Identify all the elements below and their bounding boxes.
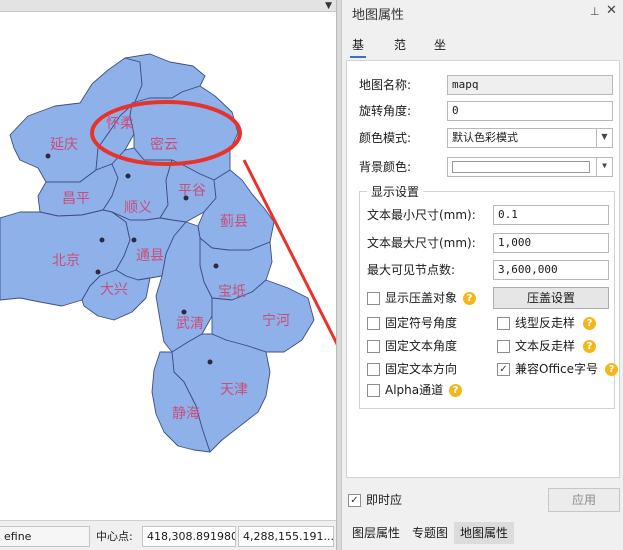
fixed-text-direction-label: 固定文本方向 bbox=[385, 362, 458, 376]
help-icon[interactable]: ? bbox=[583, 317, 596, 330]
tab-content: 地图名称: mapq 旋转角度: 0 颜色模式: 默认色彩模式 ▼ 背景颜色: … bbox=[346, 60, 620, 478]
map-canvas[interactable]: 延庆 怀柔 密云 昌平 顺义 平谷 蓟县 北京 通县 大兴 宝坻 武清 宁河 天… bbox=[0, 12, 336, 520]
fixed-symbol-angle-label: 固定符号角度 bbox=[385, 316, 458, 330]
chevron-down-icon[interactable]: ▼ bbox=[596, 128, 612, 148]
min-text-size-label: 文本最小尺寸(mm): bbox=[367, 208, 476, 222]
map-point bbox=[95, 269, 101, 275]
display-settings-title: 显示设置 bbox=[367, 183, 424, 200]
help-icon[interactable]: ? bbox=[449, 384, 462, 397]
map-view[interactable]: ▼ 延庆 怀柔 密云 昌平 顺义 平谷 蓟县 北京 通县 大兴 宝坻 武清 宁河… bbox=[0, 0, 336, 520]
map-properties-panel: 地图属性 ⊥ ✕ 基本 范围 坐标系统 地图名称: mapq 旋转角度: 0 颜… bbox=[342, 0, 623, 550]
map-point bbox=[213, 263, 219, 269]
bottom-tabs: 图层属性 专题图 地图属性 bbox=[342, 518, 623, 550]
show-overlap-checkbox[interactable] bbox=[367, 292, 380, 305]
map-label: 密云 bbox=[150, 136, 178, 153]
map-label: 宝坻 bbox=[218, 284, 246, 300]
map-name-field: mapq bbox=[447, 75, 613, 95]
tab-extent[interactable]: 范围 bbox=[392, 34, 408, 74]
max-text-size-label: 文本最大尺寸(mm): bbox=[367, 236, 476, 250]
map-label: 延庆 bbox=[50, 137, 78, 153]
line-antialias-checkbox[interactable] bbox=[497, 317, 510, 330]
office-font-label: 兼容Office字号 bbox=[515, 362, 599, 376]
help-icon[interactable]: ? bbox=[583, 340, 596, 353]
text-antialias-checkbox[interactable] bbox=[497, 340, 510, 353]
pin-icon[interactable]: ⊥ bbox=[590, 5, 600, 18]
overlap-settings-button[interactable]: 压盖设置 bbox=[493, 287, 609, 309]
bg-color-picker[interactable]: ▼ bbox=[447, 157, 613, 177]
center-point-label: 中心点: bbox=[96, 530, 133, 543]
tab-map-properties[interactable]: 地图属性 bbox=[454, 522, 515, 544]
rotation-label: 旋转角度: bbox=[359, 104, 412, 118]
chevron-down-icon[interactable]: ▼ bbox=[596, 157, 612, 177]
tab-layer-properties[interactable]: 图层属性 bbox=[346, 522, 406, 544]
fixed-symbol-angle-checkbox[interactable] bbox=[367, 317, 380, 330]
max-text-size-input[interactable]: 1,000 bbox=[493, 233, 609, 253]
color-mode-label: 颜色模式: bbox=[359, 131, 412, 145]
map-label: 静海 bbox=[172, 406, 200, 422]
map-top-bar: ▼ bbox=[0, 0, 336, 12]
apply-button[interactable]: 应用 bbox=[548, 488, 620, 512]
map-point bbox=[125, 173, 131, 179]
help-icon[interactable]: ? bbox=[463, 292, 476, 305]
map-point bbox=[181, 309, 187, 315]
show-overlap-label: 显示压盖对象 bbox=[385, 291, 458, 305]
realtime-apply-checkbox[interactable]: ✓ bbox=[348, 494, 361, 507]
map-label: 大兴 bbox=[100, 282, 128, 298]
fixed-text-angle-label: 固定文本角度 bbox=[385, 339, 458, 353]
alpha-channel-checkbox[interactable] bbox=[367, 384, 380, 397]
tab-coordinate-system[interactable]: 坐标系统 bbox=[432, 34, 448, 118]
map-name-label: 地图名称: bbox=[359, 78, 412, 92]
tab-basic[interactable]: 基本 bbox=[350, 34, 367, 74]
map-point bbox=[131, 237, 137, 243]
map-label: 顺义 bbox=[124, 200, 152, 216]
map-label: 天津 bbox=[220, 382, 248, 398]
status-left-text: efine bbox=[0, 526, 90, 547]
map-point bbox=[207, 359, 213, 365]
max-nodes-label: 最大可见节点数: bbox=[367, 263, 456, 277]
status-bar: efine 中心点: 418,308.891980 4,288,155.191.… bbox=[0, 520, 336, 550]
panel-title: 地图属性 bbox=[352, 8, 405, 23]
help-icon[interactable]: ? bbox=[605, 363, 618, 376]
dropdown-arrow-icon[interactable]: ▼ bbox=[325, 1, 332, 11]
map-label: 怀柔 bbox=[106, 116, 134, 132]
close-icon[interactable]: ✕ bbox=[606, 3, 617, 18]
rotation-input[interactable]: 0 bbox=[447, 101, 613, 121]
map-label: 平谷 bbox=[178, 183, 206, 199]
office-font-checkbox[interactable]: ✓ bbox=[497, 363, 510, 376]
panel-title-bar: 地图属性 ⊥ ✕ bbox=[342, 0, 623, 26]
center-y-value: 4,288,155.191... bbox=[238, 526, 334, 547]
max-nodes-input[interactable]: 3,600,000 bbox=[493, 260, 609, 280]
bg-color-label: 背景颜色: bbox=[359, 160, 412, 174]
fixed-text-direction-checkbox[interactable] bbox=[367, 363, 380, 376]
color-mode-select[interactable]: 默认色彩模式 ▼ bbox=[447, 128, 613, 148]
map-label: 武清 bbox=[176, 316, 204, 332]
tab-thematic-map[interactable]: 专题图 bbox=[406, 522, 454, 544]
map-label: 昌平 bbox=[62, 191, 90, 207]
min-text-size-input[interactable]: 0.1 bbox=[493, 205, 609, 225]
map-label: 北京 bbox=[52, 253, 80, 269]
map-label: 宁河 bbox=[262, 312, 290, 329]
fixed-text-angle-checkbox[interactable] bbox=[367, 340, 380, 353]
color-swatch bbox=[452, 161, 590, 173]
text-antialias-label: 文本反走样 bbox=[515, 339, 576, 353]
map-point bbox=[45, 153, 51, 159]
line-antialias-label: 线型反走样 bbox=[515, 316, 576, 330]
map-label: 通县 bbox=[136, 248, 164, 264]
map-point bbox=[99, 237, 105, 243]
alpha-channel-label: Alpha通道 bbox=[385, 383, 444, 397]
center-x-value: 418,308.891980 bbox=[142, 526, 236, 547]
map-label: 蓟县 bbox=[220, 214, 248, 230]
realtime-apply-label: 即时应 bbox=[366, 493, 403, 507]
color-mode-value: 默认色彩模式 bbox=[452, 131, 518, 144]
